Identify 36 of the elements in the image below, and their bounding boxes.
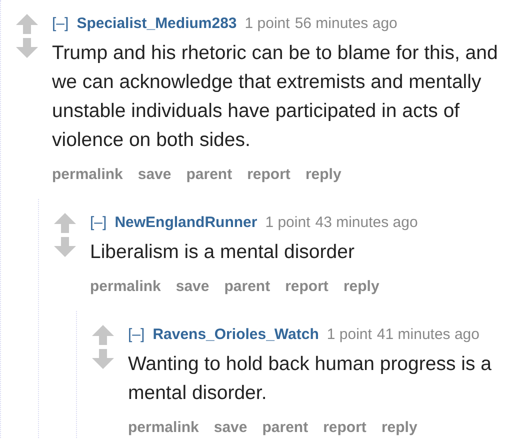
- upvote-arrow-icon[interactable]: [16, 14, 38, 34]
- action-link[interactable]: save: [176, 277, 210, 297]
- action-link[interactable]: permalink: [52, 165, 123, 185]
- action-link[interactable]: permalink: [128, 418, 199, 438]
- comment-text: Wanting to hold back human progress is a mental disorder.: [128, 352, 492, 406]
- timestamp: 56 minutes ago: [294, 14, 398, 34]
- action-link[interactable]: report: [285, 277, 328, 297]
- author-link[interactable]: Specialist_Medium283: [76, 14, 237, 34]
- action-link[interactable]: report: [323, 418, 366, 438]
- collapse-toggle[interactable]: [–]: [90, 213, 107, 233]
- action-link[interactable]: permalink: [90, 277, 161, 297]
- score: 1 point: [265, 213, 310, 233]
- downvote-arrow-icon[interactable]: [54, 237, 76, 257]
- action-link[interactable]: report: [247, 165, 290, 185]
- upvote-arrow-icon[interactable]: [54, 213, 76, 233]
- action-link[interactable]: reply: [381, 418, 418, 438]
- action-link[interactable]: save: [214, 418, 248, 438]
- action-link[interactable]: reply: [305, 165, 342, 185]
- downvote-arrow-icon[interactable]: [92, 349, 114, 369]
- action-link[interactable]: parent: [224, 277, 270, 297]
- upvote-arrow-icon[interactable]: [92, 325, 114, 345]
- action-link[interactable]: save: [138, 165, 172, 185]
- collapse-toggle[interactable]: [–]: [128, 325, 145, 345]
- score: 1 point: [244, 14, 290, 34]
- timestamp: 43 minutes ago: [315, 213, 418, 233]
- timestamp: 41 minutes ago: [376, 325, 480, 345]
- score: 1 point: [326, 325, 372, 345]
- action-link[interactable]: parent: [186, 165, 232, 185]
- comment-text: Liberalism is a mental disorder: [90, 240, 356, 265]
- downvote-arrow-icon[interactable]: [16, 38, 38, 58]
- author-link[interactable]: Ravens_Orioles_Watch: [152, 325, 319, 345]
- comment-text: Trump and his rhetoric can be to blame for this, and we can acknowledge that extremists and mentally unstable individuals have participated in acts of violence on both sides.: [52, 41, 499, 153]
- action-link[interactable]: reply: [343, 277, 380, 297]
- collapse-toggle[interactable]: [–]: [52, 14, 69, 34]
- action-link[interactable]: parent: [262, 418, 308, 438]
- author-link[interactable]: NewEnglandRunner: [114, 213, 258, 233]
